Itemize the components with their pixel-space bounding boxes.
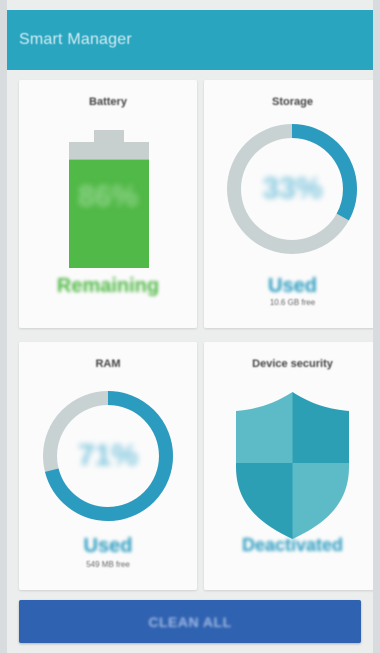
ram-card[interactable]: RAM 71% Used 549 MB free [19, 342, 197, 590]
device-security-card[interactable]: Device security Deactivated [204, 342, 373, 590]
ram-status: Used [83, 535, 133, 557]
ram-heading: RAM [95, 358, 121, 370]
device-security-heading: Device security [252, 358, 333, 370]
storage-status: Used [268, 275, 317, 297]
app-title: Smart Manager [19, 31, 132, 48]
storage-percent: 33% [262, 172, 323, 205]
ram-free: 549 MB free [86, 560, 130, 569]
storage-free: 10.6 GB free [269, 298, 316, 307]
clean-all-label: CLEAN ALL [148, 613, 232, 630]
battery-percent: 86% [77, 180, 139, 213]
storage-card[interactable]: Storage 33% Used 10.6 GB free [204, 80, 373, 328]
storage-heading: Storage [272, 96, 313, 108]
smart-manager-screen: Smart Manager Battery 86% Remaining Stor… [7, 0, 373, 653]
app-bar: Smart Manager [7, 10, 373, 70]
shield-icon [236, 392, 349, 539]
device-security-status: Deactivated [241, 535, 344, 555]
battery-card[interactable]: Battery 86% Remaining [19, 80, 197, 328]
ram-percent: 71% [77, 439, 139, 472]
battery-heading: Battery [89, 96, 127, 108]
battery-status: Remaining [56, 275, 160, 297]
clean-all-button[interactable]: CLEAN ALL [19, 600, 361, 643]
